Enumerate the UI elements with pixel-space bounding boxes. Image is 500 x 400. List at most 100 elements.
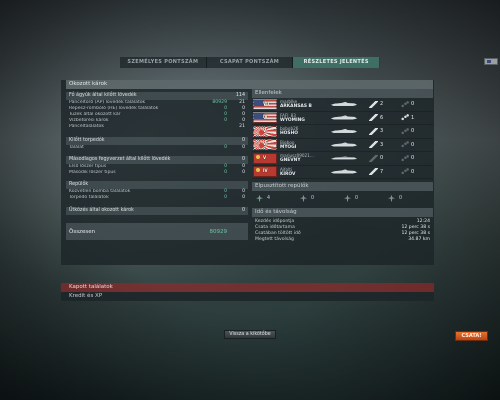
fire-hits-value: 0	[411, 101, 415, 108]
stat-count: 0	[242, 145, 245, 150]
tab-detailed-report[interactable]: RÉSZLETES JELENTÉS	[293, 57, 381, 68]
shell-hits-stat: 7	[369, 168, 383, 176]
ship-silhouette-icon	[331, 101, 357, 107]
ship-silhouette-icon	[331, 128, 357, 134]
fire-icon	[400, 100, 409, 108]
enemy-ship-row: VII marblke ARKANSAS B 2 0	[252, 98, 433, 112]
fire-hits-value: 1	[411, 114, 415, 121]
fire-hits-stat: 0	[400, 100, 415, 108]
plane-stat: 0	[344, 194, 388, 202]
plane-stat: 0	[300, 194, 344, 202]
ship-name: HOSHO	[280, 131, 298, 137]
enemies-title: Ellenfelek	[252, 89, 433, 98]
scout-plane-icon	[388, 194, 395, 202]
aircraft-block: Repülők Közvetlen bomba találatok 0 0 Torp…	[66, 181, 248, 201]
main-guns-title: Fő ágyúk által kilőtt lövedék	[69, 93, 137, 98]
ship-info: FAFI_83 WYOMING	[277, 113, 329, 123]
torpedoes-title: Kilőtt torpedók	[69, 138, 105, 143]
ship-tier: VII	[263, 100, 270, 106]
aircraft-title: Repülők	[69, 182, 89, 187]
shell-hits-stat: 6	[369, 114, 384, 122]
enemy-ship-list: VII marblke ARKANSAS B 2 0 IV FAFI_83 WYOMING 6 1…	[252, 98, 433, 179]
shell-hits-value: 2	[380, 101, 384, 108]
shell-hits-stat: 3	[369, 127, 384, 135]
stat-damage: 0	[224, 145, 227, 150]
nation-flag-icon: IV	[253, 166, 277, 178]
tab-personal-score[interactable]: SZEMÉLYES PONTSZÁM	[120, 57, 207, 68]
time-label: Megtett távolság	[255, 237, 294, 242]
main-guns-count: 114	[235, 93, 245, 98]
time-distance-title: Idő és távolság	[252, 208, 433, 217]
planes-destroyed-row: 4 0 0 0	[252, 191, 433, 205]
shell-hits-value: 3	[380, 141, 384, 148]
shell-hits-value: 3	[380, 128, 384, 135]
fire-icon	[400, 127, 409, 135]
shell-icon	[369, 168, 378, 176]
shell-icon	[369, 127, 378, 135]
enemy-ship-row: IV FAFI_83 WYOMING 6 1	[252, 112, 433, 125]
total-damage-value: 80929	[209, 228, 228, 235]
enemy-ship-row: Vmariusz09021... GNEVNY 0 0	[252, 152, 433, 166]
shell-icon	[369, 114, 378, 122]
fire-hits-stat: 0	[400, 168, 414, 176]
ship-name: WYOMING	[280, 117, 305, 123]
plane-stat: 4	[256, 194, 300, 202]
stat-row: Találat 0 0	[66, 145, 248, 151]
torpedoes-block: Kilőtt torpedók 0 Találat 0 0	[66, 137, 248, 151]
nation-flag-icon: IV	[253, 112, 277, 124]
time-value: 34.87 km	[408, 237, 430, 242]
stat-label: Második lőszer típus	[69, 170, 116, 175]
stat-row: Torpedó találatok 0 0	[66, 195, 248, 201]
stat-label: Találat	[69, 145, 84, 150]
ship-silhouette-icon	[331, 169, 357, 174]
tab-team-score[interactable]: CSAPAT PONTSZÁM	[206, 57, 294, 68]
enemy-ship-row: Vbobob26 HOSHO 3 0	[252, 125, 433, 139]
secondary-header: Másodlagos fegyverzet által kilőtt löved…	[66, 156, 248, 164]
shell-hits-stat: 0	[369, 154, 383, 162]
plane-count: 0	[355, 195, 359, 201]
fire-hits-stat: 0	[400, 127, 414, 135]
fire-icon	[400, 154, 409, 162]
ship-tier: VI	[263, 141, 268, 147]
ship-info: marblke ARKANSAS B	[277, 99, 329, 109]
ramming-title: Ütközés által okozott károk	[69, 208, 134, 213]
ship-tier: IV	[263, 168, 268, 174]
nation-flag-icon: V	[253, 152, 277, 164]
stat-label: Torpedó találatok	[69, 195, 109, 200]
ramming-block: Ütközés által okozott károk 0	[66, 207, 248, 215]
plane-count: 0	[399, 195, 403, 201]
stat-row: Második lőszer típus 0 0	[66, 170, 248, 176]
stat-count: 21	[239, 124, 245, 129]
secondary-count: 0	[241, 157, 245, 162]
return-to-port-button[interactable]: Vissza a kikötőbe	[224, 330, 276, 339]
total-label: Összesen	[69, 228, 96, 235]
battle-button[interactable]: CSATA!	[455, 331, 488, 341]
dive-bomber-icon	[344, 194, 351, 202]
fire-icon	[400, 141, 409, 149]
stat-count: 0	[242, 195, 245, 200]
plane-count: 0	[311, 195, 315, 201]
ship-name: GNEVNY	[280, 158, 301, 164]
shell-icon	[369, 154, 378, 162]
ship-tier: IV	[263, 114, 268, 120]
shell-icon	[369, 141, 378, 149]
main-guns-header: Fő ágyúk által kilőtt lövedék 114	[66, 92, 248, 100]
ramming-header: Ütközés által okozott károk 0	[66, 207, 248, 215]
fire-hits-value: 0	[411, 155, 415, 162]
language-flag-icon[interactable]	[484, 58, 498, 65]
fire-hits-stat: 1	[400, 114, 415, 122]
nation-flag-icon: VI	[253, 139, 277, 151]
stat-damage: 0	[224, 170, 227, 175]
aircraft-header: Repülők	[66, 181, 248, 189]
enemy-ship-row: VI Bigboo MYOGI 3 0	[252, 139, 433, 152]
torpedoes-count: 0	[241, 138, 245, 143]
fighter-icon	[256, 194, 263, 202]
credits-xp-section[interactable]: Kredit és XP	[61, 292, 434, 301]
shell-hits-value: 6	[380, 114, 384, 121]
ship-silhouette-icon	[331, 155, 357, 161]
secondary-block: Másodlagos fegyverzet által kilőtt löved…	[66, 156, 248, 176]
report-tabs: SZEMÉLYES PONTSZÁM CSAPAT PONTSZÁM RÉSZL…	[120, 57, 381, 68]
torpedoes-header: Kilőtt torpedók 0	[66, 137, 248, 145]
hits-received-section[interactable]: Kapott találatok	[61, 283, 434, 292]
ship-info: Aifolti KIROV	[277, 167, 329, 177]
